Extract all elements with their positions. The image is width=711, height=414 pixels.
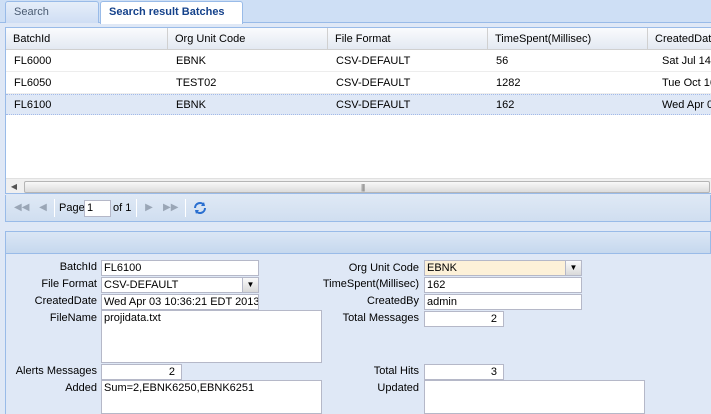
tab-search-batches[interactable]: Search Batches — [5, 1, 99, 38]
refresh-icon[interactable] — [192, 200, 208, 216]
table-row-selected[interactable]: FL6100 EBNK CSV-DEFAULT 162 Wed Apr 0 — [6, 94, 711, 115]
next-page-icon[interactable]: ▶ — [142, 201, 156, 215]
page-count-label: of 1 — [113, 202, 132, 214]
label-alerts-messages: Alerts Messages — [15, 365, 97, 377]
column-header-org-unit-code[interactable]: Org Unit Code — [168, 28, 328, 50]
cell-timespent: 1282 — [496, 77, 521, 89]
last-page-icon[interactable]: ▶▶ — [163, 201, 178, 215]
horizontal-scrollbar[interactable]: ◀ ||| — [6, 178, 711, 193]
column-header-batchid[interactable]: BatchId — [6, 28, 168, 50]
first-page-icon[interactable]: ◀◀ — [14, 201, 29, 215]
timespent-field[interactable]: 162 — [424, 277, 582, 293]
toolbar-separator — [136, 199, 137, 217]
alerts-messages-field[interactable]: 2 — [101, 364, 182, 380]
org-unit-code-value: EBNK — [427, 262, 457, 274]
label-total-hits: Total Hits — [373, 365, 419, 377]
label-total-messages: Total Messages — [342, 312, 419, 324]
label-updated: Updated — [377, 382, 419, 394]
grid-header: BatchId Org Unit Code File Format TimeSp… — [6, 28, 711, 50]
org-unit-code-combo[interactable]: EBNK ▼ — [424, 260, 582, 276]
prev-page-icon[interactable]: ◀ — [36, 201, 50, 215]
dropdown-arrow-icon[interactable]: ▼ — [242, 278, 258, 292]
label-added: Added — [65, 382, 97, 394]
cell-file-format: CSV-DEFAULT — [336, 99, 411, 111]
file-format-combo[interactable]: CSV-DEFAULT ▼ — [101, 277, 259, 293]
batchid-field[interactable]: FL6100 — [101, 260, 259, 276]
total-hits-field[interactable]: 3 — [424, 364, 504, 380]
label-created-by: CreatedBy — [367, 295, 419, 307]
cell-batchid: FL6050 — [14, 77, 52, 89]
toolbar-separator — [185, 199, 186, 217]
cell-timespent: 56 — [496, 55, 509, 67]
cell-batchid: FL6000 — [14, 55, 52, 67]
paging-toolbar: ◀◀ ◀ Page 1 of 1 ▶ ▶▶ — [5, 195, 711, 222]
cell-file-format: CSV-DEFAULT — [336, 55, 411, 67]
cell-timespent: 162 — [496, 99, 515, 111]
column-header-timespent[interactable]: TimeSpent(Millisec) — [488, 28, 648, 50]
file-format-value: CSV-DEFAULT — [104, 279, 179, 291]
label-file-format: File Format — [41, 278, 97, 290]
total-messages-field[interactable]: 2 — [424, 311, 504, 327]
cell-org-unit-code: EBNK — [176, 99, 206, 111]
cell-org-unit-code: TEST02 — [176, 77, 217, 89]
scroll-left-icon[interactable]: ◀ — [6, 179, 22, 193]
label-filename: FileName — [49, 312, 97, 324]
cell-createddate: Wed Apr 0 — [662, 99, 711, 111]
tab-strip: Search Batches Search result Batches — [0, 0, 711, 38]
label-timespent: TimeSpent(Millisec) — [322, 278, 419, 290]
page-number-input[interactable]: 1 — [84, 200, 111, 217]
cell-org-unit-code: EBNK — [176, 55, 206, 67]
updated-textarea[interactable] — [424, 380, 645, 414]
results-grid: BatchId Org Unit Code File Format TimeSp… — [5, 27, 711, 194]
detail-form: BatchId FL6100 File Format CSV-DEFAULT ▼… — [5, 254, 711, 414]
added-textarea[interactable]: Sum=2,EBNK6250,EBNK6251 — [101, 380, 322, 414]
tab-search-result-batches[interactable]: Search result Batches — [100, 1, 243, 24]
label-created-date: CreatedDate — [34, 295, 97, 307]
label-batchid: BatchId — [59, 261, 97, 273]
cell-createddate: Tue Oct 16 — [662, 77, 711, 89]
table-row[interactable]: FL6050 TEST02 CSV-DEFAULT 1282 Tue Oct 1… — [6, 73, 711, 94]
grip-icon: ||| — [361, 183, 365, 192]
filename-textarea[interactable]: projidata.txt — [101, 310, 322, 363]
page-label: Page — [59, 202, 85, 214]
cell-batchid: FL6100 — [14, 99, 52, 111]
toolbar-separator — [54, 199, 55, 217]
cell-createddate: Sat Jul 14 — [662, 55, 711, 67]
scrollbar-thumb[interactable]: ||| — [24, 181, 710, 193]
column-header-createddate[interactable]: CreatedDate — [648, 28, 711, 50]
label-org-unit-code: Org Unit Code — [348, 262, 419, 274]
table-row[interactable]: FL6000 EBNK CSV-DEFAULT 56 Sat Jul 14 — [6, 51, 711, 72]
column-header-file-format[interactable]: File Format — [328, 28, 488, 50]
detail-panel-header — [5, 231, 711, 254]
created-by-field[interactable]: admin — [424, 294, 582, 310]
created-date-field[interactable]: Wed Apr 03 10:36:21 EDT 2013 — [101, 294, 259, 310]
dropdown-arrow-icon[interactable]: ▼ — [565, 261, 581, 275]
cell-file-format: CSV-DEFAULT — [336, 77, 411, 89]
